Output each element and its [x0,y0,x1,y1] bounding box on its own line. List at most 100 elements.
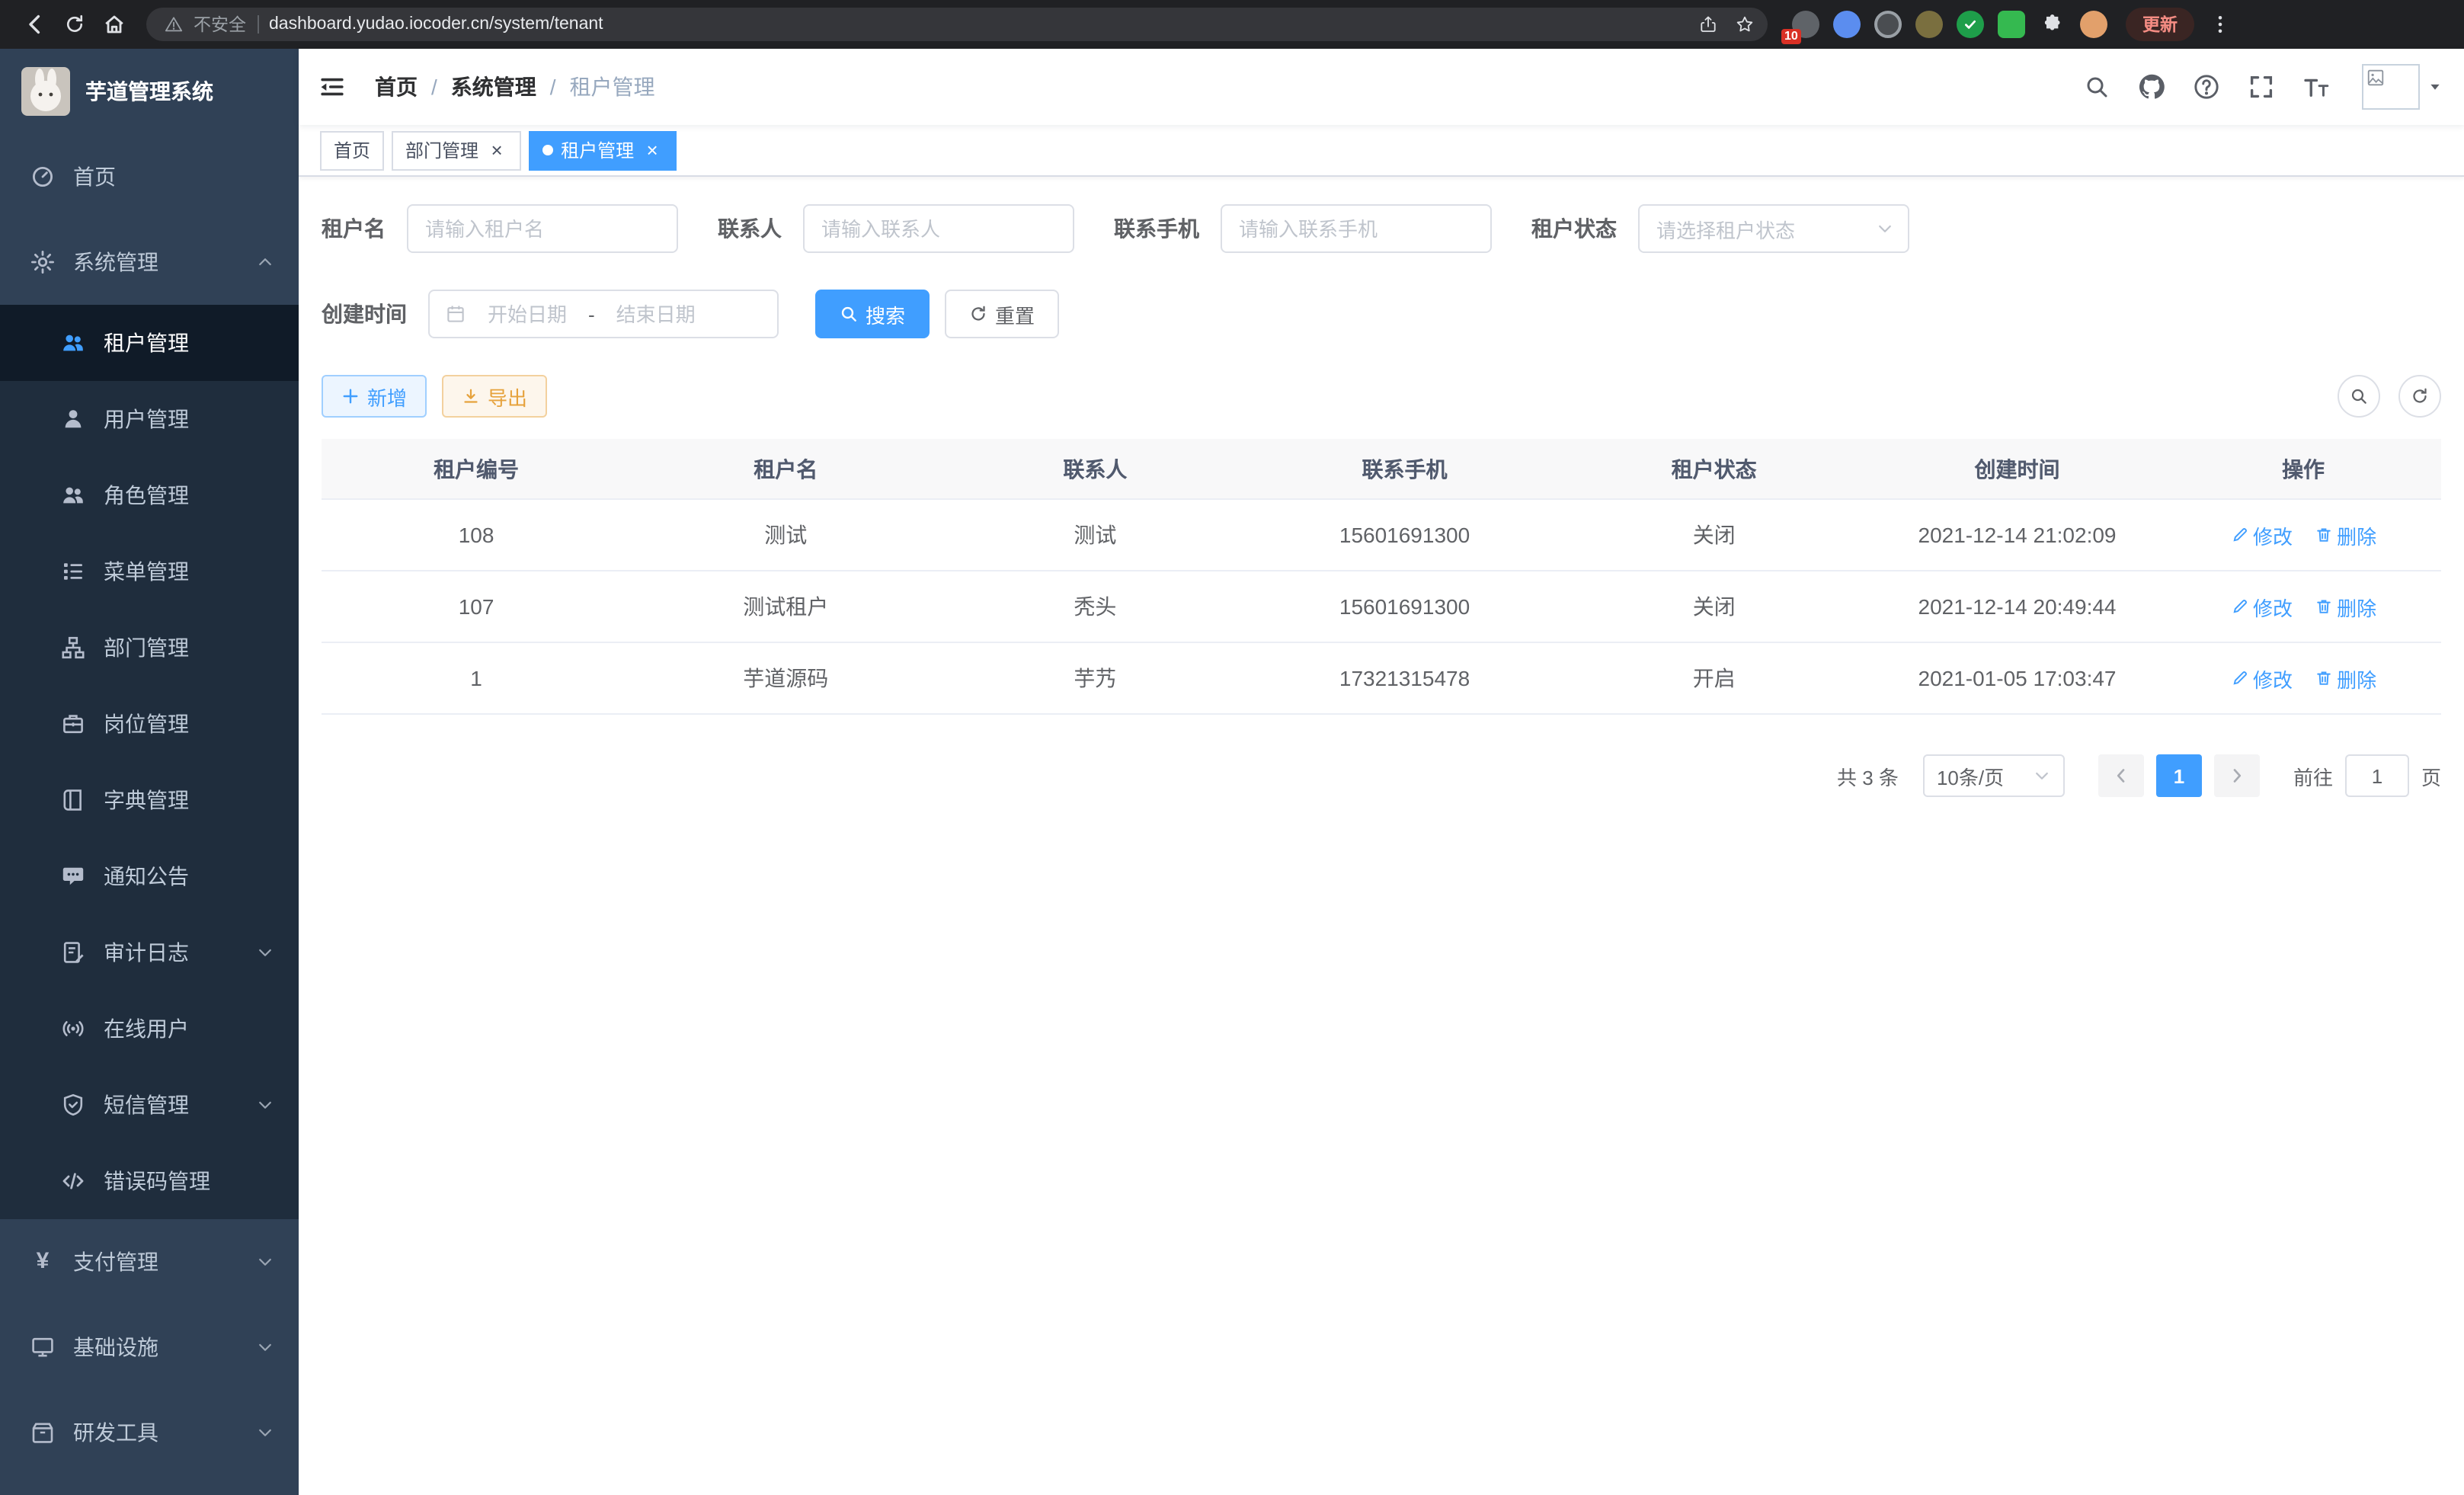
edit-link[interactable]: 修改 [2230,520,2293,549]
breadcrumb-item-home[interactable]: 首页 [375,72,418,102]
browser-menu-button[interactable] [2200,5,2240,44]
extension-icon-dark[interactable] [1874,11,1902,38]
edit-link[interactable]: 修改 [2230,592,2293,621]
code-icon [61,1169,85,1193]
extension-icon-green-check[interactable] [1957,11,1984,38]
delete-link[interactable]: 删除 [2314,592,2376,621]
table-row[interactable]: 107 测试租户 秃头 15601691300 关闭 2021-12-14 20… [322,571,2441,643]
end-date-input[interactable] [601,303,711,325]
start-date-input[interactable] [472,303,582,325]
sidebar-item-post[interactable]: 岗位管理 [0,686,299,762]
sidebar-item-sms[interactable]: 短信管理 [0,1067,299,1143]
table-header-row: 租户编号 租户名 联系人 联系手机 租户状态 创建时间 操作 [322,439,2441,500]
sidebar-toggle-button[interactable] [299,49,366,125]
sidebar-item-notice[interactable]: 通知公告 [0,838,299,914]
sidebar-item-label: 支付管理 [73,1247,158,1277]
app-title: 芋道管理系统 [85,76,213,107]
tab-dept[interactable]: 部门管理 × [392,130,521,170]
delete-link[interactable]: 删除 [2314,664,2376,693]
sidebar-item-system[interactable]: 系统管理 [0,219,299,305]
browser-reload-button[interactable] [55,5,94,44]
sidebar-item-menu[interactable]: 菜单管理 [0,533,299,610]
pagination-total: 共 3 条 [1837,761,1899,790]
sidebar-item-home[interactable]: 首页 [0,134,299,219]
extension-icon-green-square[interactable] [1998,11,2025,38]
sidebar-item-user[interactable]: 用户管理 [0,381,299,457]
goto-page-input[interactable] [2345,754,2409,797]
phone-input[interactable] [1221,204,1492,253]
user-menu[interactable] [2362,64,2443,110]
dashboard-icon [30,165,55,189]
edit-label: 修改 [2253,592,2293,621]
share-button[interactable] [1691,8,1725,41]
people-icon [61,483,85,507]
extension-icon-olive[interactable] [1915,11,1943,38]
address-bar[interactable]: 不安全 dashboard.yudao.iocoder.cn/system/te… [146,8,1768,41]
browser-home-button[interactable] [94,5,134,44]
delete-link[interactable]: 删除 [2314,520,2376,549]
contact-input[interactable] [803,204,1074,253]
caret-down-icon [2427,79,2443,94]
fullscreen-button[interactable] [2240,66,2283,108]
header-search-button[interactable] [2075,66,2118,108]
create-time-range-picker[interactable]: - [428,290,779,338]
browser-profile-avatar[interactable] [2080,11,2107,38]
sidebar-item-payment[interactable]: ¥ 支付管理 [0,1219,299,1305]
chrome-update-button[interactable]: 更新 [2126,8,2194,41]
toggle-search-button[interactable] [2338,375,2380,418]
font-size-button[interactable] [2295,66,2338,108]
sidebar-item-tenant[interactable]: 租户管理 [0,305,299,381]
tab-home[interactable]: 首页 [320,130,384,170]
sidebar-item-role[interactable]: 角色管理 [0,457,299,533]
search-button[interactable]: 搜索 [815,290,930,338]
page-1-button[interactable]: 1 [2156,754,2202,797]
extension-icon-blue[interactable] [1833,11,1861,38]
breadcrumb-item-system[interactable]: 系统管理 [451,72,536,102]
plus-icon [341,387,360,405]
browser-back-button[interactable] [15,5,55,44]
logo[interactable]: 芋道管理系统 [0,49,299,134]
close-icon[interactable]: × [486,139,507,161]
chevron-down-icon [256,1423,274,1442]
github-link[interactable] [2130,66,2173,108]
tenant-name-input[interactable] [407,204,678,253]
reset-button[interactable]: 重置 [945,290,1059,338]
cell-phone: 15601691300 [1250,523,1559,547]
tags-view: 首页 部门管理 × 租户管理 × [299,125,2464,177]
sidebar-item-infra[interactable]: 基础设施 [0,1305,299,1390]
bookmark-button[interactable] [1728,8,1762,41]
refresh-table-button[interactable] [2398,375,2441,418]
prev-page-button[interactable] [2098,754,2144,797]
help-button[interactable] [2185,66,2228,108]
table-row[interactable]: 108 测试 测试 15601691300 关闭 2021-12-14 21:0… [322,500,2441,571]
add-button[interactable]: 新增 [322,375,427,418]
sidebar-item-devtools[interactable]: 研发工具 [0,1390,299,1475]
sidebar-item-label: 系统管理 [73,247,158,277]
col-header-status: 租户状态 [1560,453,1869,484]
download-icon [462,387,480,405]
toolbox-icon [30,1420,55,1445]
chevron-down-icon [256,1253,274,1271]
extensions-puzzle-button[interactable] [2039,11,2066,38]
table-row[interactable]: 1 芋道源码 芋艿 17321315478 开启 2021-01-05 17:0… [322,643,2441,715]
avatar [2362,64,2420,110]
page-size-select[interactable]: 10条/页 [1923,754,2065,797]
chevron-down-icon [1876,219,1894,238]
sidebar-item-dict[interactable]: 字典管理 [0,762,299,838]
browser-toolbar: 不安全 dashboard.yudao.iocoder.cn/system/te… [0,0,2464,49]
sidebar-item-online-user[interactable]: 在线用户 [0,991,299,1067]
edit-link[interactable]: 修改 [2230,664,2293,693]
status-select[interactable]: 请选择租户状态 [1638,204,1909,253]
tab-tenant-active[interactable]: 租户管理 × [529,130,677,170]
sidebar-item-dept[interactable]: 部门管理 [0,610,299,686]
export-button[interactable]: 导出 [442,375,547,418]
sidebar-item-error-code[interactable]: 错误码管理 [0,1143,299,1219]
chevron-up-icon [256,253,274,271]
close-icon[interactable]: × [642,139,663,161]
sidebar-item-audit-log[interactable]: 审计日志 [0,914,299,991]
trash-icon [2314,526,2332,544]
export-button-label: 导出 [488,382,527,411]
next-page-button[interactable] [2214,754,2260,797]
share-icon [1699,15,1717,34]
extension-icon-notifications[interactable]: 10 [1792,11,1819,38]
